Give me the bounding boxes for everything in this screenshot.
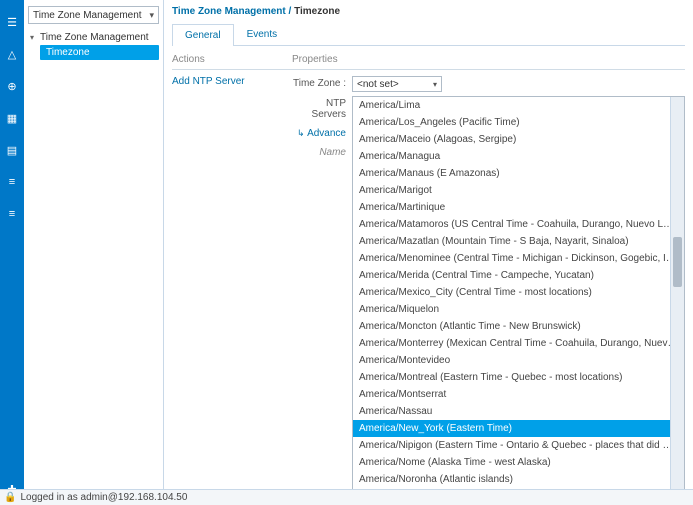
actions-header: Actions: [172, 54, 292, 70]
nav-tree: ▾ Time Zone Management Timezone: [28, 30, 159, 60]
tz-option[interactable]: America/Merida (Central Time - Campeche,…: [353, 267, 684, 284]
breadcrumb-root[interactable]: Time Zone Management: [172, 6, 286, 17]
nav-icon-2[interactable]: ⊕: [5, 79, 19, 93]
breadcrumb: Time Zone Management / Timezone: [164, 0, 693, 23]
tz-option[interactable]: America/Lima: [353, 97, 684, 114]
timezone-select[interactable]: <not set>: [352, 76, 442, 92]
add-ntp-server-link[interactable]: Add NTP Server: [172, 76, 292, 87]
nav-icon-5[interactable]: ≡: [5, 175, 19, 189]
tab-general[interactable]: General: [172, 24, 234, 46]
dropdown-row: NTP Servers Advance Name America/LimaAme…: [292, 96, 685, 505]
tree-child-label: Timezone: [46, 47, 90, 58]
main-area: Time Zone Management / Timezone General …: [164, 0, 693, 505]
icon-sidebar: ☰△⊕▦▤≡≡✚: [0, 0, 24, 505]
nav-icon-4[interactable]: ▤: [5, 143, 19, 157]
tab-events[interactable]: Events: [234, 23, 291, 45]
tz-option[interactable]: America/Montserrat: [353, 386, 684, 403]
tz-option[interactable]: America/Matamoros (US Central Time - Coa…: [353, 216, 684, 233]
module-dropdown[interactable]: Time Zone Management: [28, 6, 159, 24]
breadcrumb-current: Timezone: [294, 6, 340, 17]
tz-option[interactable]: America/Nipigon (Eastern Time - Ontario …: [353, 437, 684, 454]
nav-icon-3[interactable]: ▦: [5, 111, 19, 125]
tz-option[interactable]: America/Miquelon: [353, 301, 684, 318]
content-area: Actions Add NTP Server Properties Time Z…: [164, 46, 693, 505]
name-label: Name: [292, 145, 352, 158]
timezone-row: Time Zone : <not set>: [292, 76, 685, 92]
properties-column: Properties Time Zone : <not set> NTP Ser…: [292, 54, 685, 497]
status-bar: 🔒 Logged in as admin@192.168.104.50: [0, 489, 693, 505]
properties-header: Properties: [292, 54, 685, 70]
tz-option[interactable]: America/Mazatlan (Mountain Time - S Baja…: [353, 233, 684, 250]
timezone-label: Time Zone :: [292, 76, 352, 89]
tz-option[interactable]: America/Moncton (Atlantic Time - New Bru…: [353, 318, 684, 335]
status-text: Logged in as admin@192.168.104.50: [20, 492, 187, 503]
module-dropdown-label: Time Zone Management: [33, 10, 142, 21]
tz-option[interactable]: America/Montevideo: [353, 352, 684, 369]
nav-icon-6[interactable]: ≡: [5, 207, 19, 221]
side-panel: Time Zone Management ▾ Time Zone Managem…: [24, 0, 164, 505]
advance-link[interactable]: Advance: [292, 126, 352, 139]
tz-option[interactable]: America/Nome (Alaska Time - west Alaska): [353, 454, 684, 471]
tab-bar: General Events: [172, 23, 685, 46]
scrollbar-thumb[interactable]: [673, 237, 682, 287]
tz-option[interactable]: America/Mexico_City (Central Time - most…: [353, 284, 684, 301]
tz-option[interactable]: America/Noronha (Atlantic islands): [353, 471, 684, 488]
ntp-servers-label: NTP Servers: [292, 96, 352, 120]
tz-option[interactable]: America/Manaus (E Amazonas): [353, 165, 684, 182]
nav-icon-1[interactable]: △: [5, 47, 19, 61]
lock-icon: 🔒: [4, 492, 16, 503]
timezone-dropdown-list[interactable]: America/LimaAmerica/Los_Angeles (Pacific…: [352, 96, 685, 505]
tz-option[interactable]: America/Los_Angeles (Pacific Time): [353, 114, 684, 131]
tz-option[interactable]: America/Montreal (Eastern Time - Quebec …: [353, 369, 684, 386]
tz-option[interactable]: America/Monterrey (Mexican Central Time …: [353, 335, 684, 352]
app-root: ☰△⊕▦▤≡≡✚ Time Zone Management ▾ Time Zon…: [0, 0, 693, 505]
tz-option[interactable]: America/Menominee (Central Time - Michig…: [353, 250, 684, 267]
tz-option[interactable]: America/Nassau: [353, 403, 684, 420]
timezone-select-value: <not set>: [357, 79, 399, 90]
scrollbar[interactable]: [670, 97, 684, 505]
tz-option[interactable]: America/Marigot: [353, 182, 684, 199]
tree-child-timezone[interactable]: Timezone: [40, 45, 159, 60]
tz-option[interactable]: America/Maceio (Alagoas, Sergipe): [353, 131, 684, 148]
actions-column: Actions Add NTP Server: [172, 54, 292, 497]
tz-option[interactable]: America/New_York (Eastern Time): [353, 420, 684, 437]
tz-option[interactable]: America/Managua: [353, 148, 684, 165]
tree-root-row[interactable]: ▾ Time Zone Management: [28, 30, 159, 45]
nav-icon-0[interactable]: ☰: [5, 15, 19, 29]
tree-root-label: Time Zone Management: [40, 32, 149, 43]
caret-down-icon: ▾: [30, 33, 40, 42]
tz-option[interactable]: America/Martinique: [353, 199, 684, 216]
